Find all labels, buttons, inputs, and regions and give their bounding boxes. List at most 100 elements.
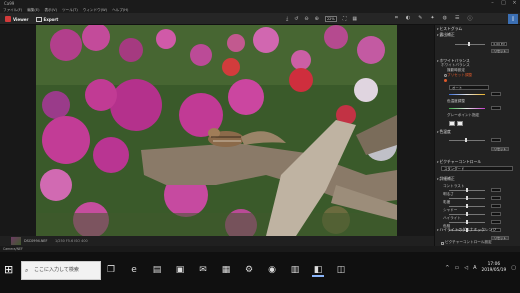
ime-icon[interactable]: A — [473, 265, 476, 271]
app-window: Ca99 – □ × ファイル(F) 編集(E) 表示(V) ツール(T) ウィ… — [0, 0, 520, 293]
exposure-reset-button[interactable]: リセット — [491, 49, 509, 53]
windows-taskbar: ⊞ ⌕ ここに入力して検索 ❐ e ▤ ▣ ✉ ▦ ⚙ ◉ ▥ ◧ ◫ ^ ▭ … — [0, 252, 520, 293]
edge-browser-icon[interactable]: e — [128, 263, 140, 277]
store-icon[interactable]: ▣ — [174, 263, 186, 277]
detail-row-slider-thumb[interactable] — [466, 196, 468, 200]
notification-icon[interactable]: ▢ — [511, 265, 516, 271]
maximize-icon[interactable]: □ — [498, 0, 509, 7]
filmstrip: DSC0994.NEF 1/250 F5.6 ISO 400 — [0, 236, 434, 246]
system-tray: ^ ▭ ◁ A 17:06 2019/05/19 ▢ — [445, 262, 516, 274]
export-label: Export — [43, 16, 59, 22]
dynamic-range-header[interactable]: ハイライトのダイナミックレンジ — [437, 227, 518, 232]
wb-tint-slider[interactable] — [449, 108, 485, 109]
exposure-slider-thumb[interactable] — [468, 42, 470, 46]
tone-header[interactable]: 色温度 — [437, 129, 518, 134]
picture-control-section: ピクチャーコントロール — [437, 159, 518, 164]
search-icon: ⌕ — [25, 267, 29, 274]
wb-temp-value[interactable] — [491, 92, 501, 96]
detail-row-value[interactable] — [491, 212, 501, 216]
wb-temp-slider[interactable] — [449, 94, 485, 95]
tone-slider-thumb[interactable] — [465, 138, 467, 142]
detail-row-slider-thumb[interactable] — [466, 220, 468, 224]
retouch-icon[interactable]: ✦ — [430, 15, 434, 22]
zoom-out-icon[interactable]: ⊖ — [304, 16, 308, 22]
tone-slider[interactable] — [449, 140, 485, 141]
photo-app-icon[interactable]: ▥ — [289, 263, 301, 277]
detail-row-label: シャドー — [443, 208, 458, 212]
picture-setting-checkbox[interactable] — [441, 242, 444, 245]
zoom-level[interactable]: 22% — [324, 16, 337, 22]
tone-value[interactable] — [491, 138, 501, 142]
exposure-slider[interactable] — [455, 44, 485, 45]
detail-reset-button[interactable]: リセット — [491, 236, 509, 240]
wb-option-preset[interactable]: プリセット調整 — [437, 73, 518, 78]
detail-header[interactable]: 詳細補正 — [437, 176, 518, 181]
task-view-icon[interactable]: ❐ — [105, 263, 117, 277]
file-explorer-icon[interactable]: ▤ — [151, 263, 163, 277]
grid-icon[interactable]: ▦ — [352, 16, 357, 22]
wb-tint-value[interactable] — [491, 106, 501, 110]
download-icon[interactable]: ⤓ — [286, 16, 288, 22]
detail-row-value[interactable] — [491, 220, 501, 224]
exposure-value-field[interactable]: 0.00 EV — [491, 42, 507, 46]
sidebar-icon: ▯ — [511, 16, 515, 22]
crop-icon[interactable]: ⌗ — [395, 15, 398, 22]
main-toolbar: Viewer Export ⤓ ↺ ⊖ ⊕ 22% ⛶ ▦ ⌗ ◐ ✎ ✦ ◍ … — [0, 13, 520, 25]
chrome-icon[interactable]: ◉ — [266, 263, 278, 277]
picture-control-dropdown[interactable]: スタンダード — [441, 166, 513, 171]
detail-row-slider-thumb[interactable] — [466, 212, 468, 216]
calculator-icon[interactable]: ▦ — [220, 263, 232, 277]
camera-app-icon[interactable]: ◫ — [335, 263, 347, 277]
view-tools: ⤓ ↺ ⊖ ⊕ 22% ⛶ ▦ — [286, 15, 357, 23]
filmstrip-thumbnail[interactable] — [11, 237, 21, 245]
taskbar-search-box[interactable]: ⌕ ここに入力して検索 — [21, 261, 101, 280]
taskbar-pinned-apps: ❐ e ▤ ▣ ✉ ▦ ⚙ ◉ ▥ ◧ ◫ — [105, 263, 347, 277]
rotate-icon[interactable]: ↺ — [294, 16, 298, 22]
tray-chevron-icon[interactable]: ^ — [445, 265, 449, 271]
gray-point-picker-icon[interactable] — [449, 121, 455, 126]
taskbar-clock[interactable]: 17:06 2019/05/19 — [481, 262, 506, 274]
panel-toggle-button[interactable]: ▯ — [508, 14, 518, 24]
volume-icon[interactable]: ◁ — [464, 265, 468, 271]
close-icon[interactable]: × — [509, 0, 520, 7]
detail-row-label: 彩度 — [443, 200, 451, 204]
wb-radio-preset[interactable] — [444, 79, 447, 82]
export-icon — [35, 16, 42, 22]
exposure-header[interactable]: 露出補正 — [437, 32, 518, 37]
wb-preset-dropdown[interactable]: オート — [449, 85, 489, 90]
detail-row-slider-thumb[interactable] — [466, 204, 468, 208]
detail-row-slider-thumb[interactable] — [466, 188, 468, 192]
nx-studio-taskbar-icon[interactable]: ◧ — [312, 263, 324, 277]
color-icon[interactable]: ◍ — [443, 15, 447, 22]
image-viewport — [0, 25, 434, 236]
adjustment-panel: ヒストグラム 露出補正 0.00 EV リセット ホワイトバランス ホワイトバラ… — [434, 25, 520, 246]
title-bar: Ca99 – □ × — [0, 0, 520, 7]
window-title: Ca99 — [4, 1, 15, 6]
exposure-section: 露出補正 — [437, 32, 518, 37]
settings-icon[interactable]: ⚙ — [243, 263, 255, 277]
viewer-button[interactable]: Viewer — [3, 15, 31, 24]
detail-section: 詳細補正 — [437, 176, 518, 181]
picture-control-header[interactable]: ピクチャーコントロール — [437, 159, 518, 164]
viewer-icon — [5, 16, 11, 22]
photo-preview[interactable] — [36, 25, 397, 236]
fit-icon[interactable]: ⛶ — [343, 16, 347, 22]
histogram-header[interactable]: ヒストグラム — [437, 26, 518, 31]
detail-row-value[interactable] — [491, 188, 501, 192]
wb-radio-as-shot[interactable] — [444, 74, 447, 77]
detail-row-value[interactable] — [491, 196, 501, 200]
windows-start-icon[interactable]: ⊞ — [4, 264, 16, 276]
detail-row-label: コントラスト — [443, 184, 465, 188]
detail-row-value[interactable] — [491, 204, 501, 208]
adjust-icon[interactable]: ◐ — [406, 15, 410, 22]
tone-icon[interactable]: ☰ — [455, 15, 459, 22]
info-icon[interactable]: ⓘ — [467, 15, 472, 22]
network-icon[interactable]: ▭ — [454, 265, 459, 271]
gray-point-reset-icon[interactable] — [457, 121, 463, 126]
minimize-icon[interactable]: – — [487, 0, 498, 7]
brush-icon[interactable]: ✎ — [418, 15, 422, 22]
mail-icon[interactable]: ✉ — [197, 263, 209, 277]
export-button[interactable]: Export — [34, 15, 61, 24]
tone-reset-button[interactable]: リセット — [491, 147, 509, 151]
zoom-in-icon[interactable]: ⊕ — [315, 16, 319, 22]
